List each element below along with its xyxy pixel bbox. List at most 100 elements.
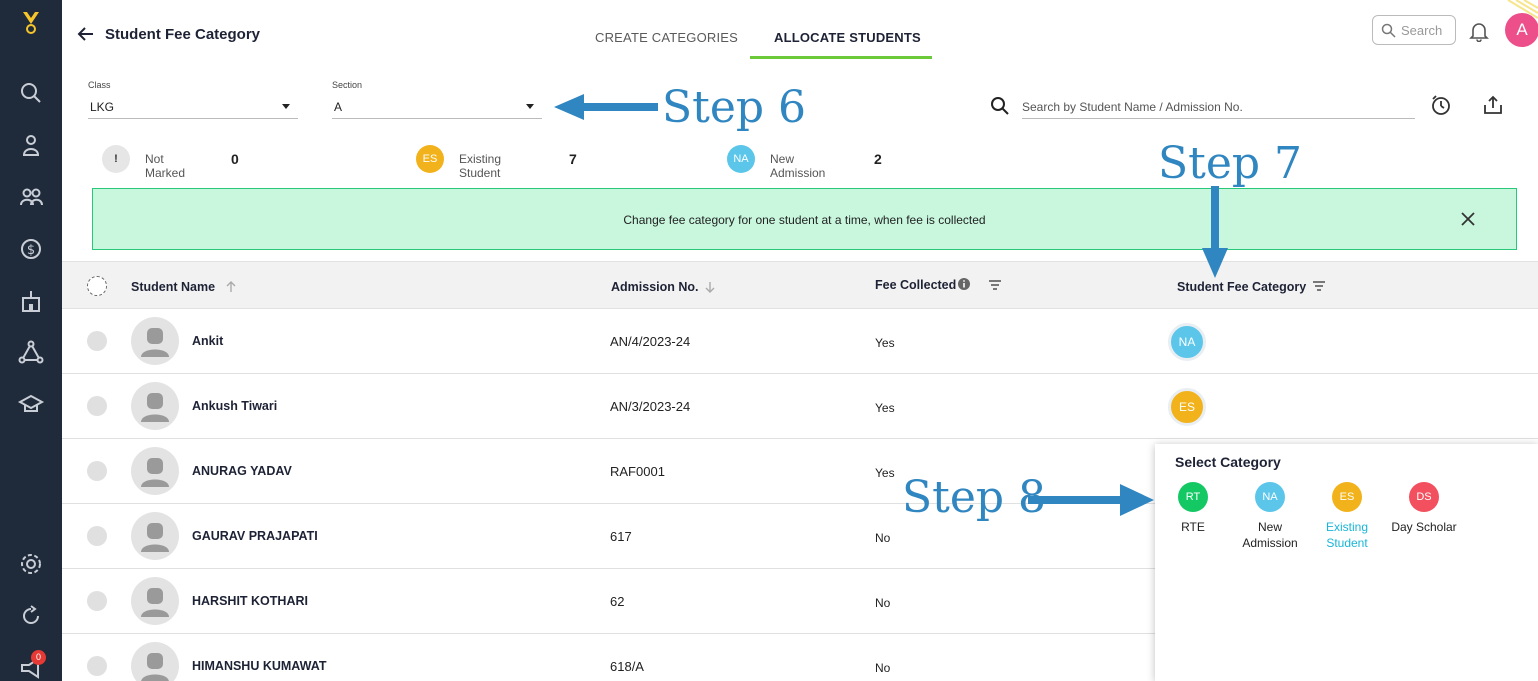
tab-allocate-students[interactable]: ALLOCATE STUDENTS <box>774 30 921 45</box>
category-option-existing-student[interactable]: ES Existing Student <box>1307 482 1387 551</box>
tab-create-categories[interactable]: CREATE CATEGORIES <box>595 30 738 45</box>
export-icon[interactable] <box>1481 93 1505 117</box>
not-marked-badge: ! <box>102 145 130 173</box>
section-label: Section <box>332 80 363 90</box>
row-select-radio[interactable] <box>87 591 107 611</box>
fee-category-badge[interactable]: ES <box>1168 388 1206 426</box>
sidebar: $ 0 <box>0 0 62 681</box>
fee-category-badge[interactable]: NA <box>1168 323 1206 361</box>
admission-number: AN/3/2023-24 <box>610 399 691 414</box>
category-option-day-scholar[interactable]: DS Day Scholar <box>1383 482 1465 535</box>
table-row[interactable]: Ankush Tiwari AN/3/2023-24 Yes ES <box>62 374 1538 439</box>
step7-arrow-icon <box>1202 186 1228 278</box>
step7-annotation: Step 7 <box>1158 138 1303 189</box>
fee-collected: Yes <box>875 401 895 415</box>
chevron-down-icon <box>526 104 534 109</box>
category-option-rte[interactable]: RT RTE <box>1153 482 1233 535</box>
network-icon[interactable] <box>17 339 45 367</box>
person-icon <box>141 328 169 357</box>
row-select-radio[interactable] <box>87 331 107 351</box>
student-icon[interactable] <box>17 131 45 159</box>
fee-collected: No <box>875 531 891 545</box>
svg-text:$: $ <box>27 243 35 258</box>
app-logo-icon[interactable] <box>17 8 45 36</box>
admission-number: RAF0001 <box>610 464 665 479</box>
building-icon[interactable] <box>17 287 45 315</box>
student-name: Ankit <box>192 334 224 348</box>
section-select[interactable]: Section A <box>332 80 542 119</box>
new-admission-badge: NA <box>727 145 755 173</box>
student-avatar <box>131 447 179 495</box>
row-select-radio[interactable] <box>87 526 107 546</box>
student-avatar <box>131 317 179 365</box>
column-admission-no[interactable]: Admission No. <box>611 280 699 294</box>
dollar-icon[interactable]: $ <box>17 235 45 263</box>
select-all-checkbox[interactable] <box>87 276 107 296</box>
close-icon[interactable] <box>1458 209 1478 229</box>
sort-down-icon[interactable] <box>703 280 717 294</box>
existing-student-option-badge: ES <box>1332 482 1362 512</box>
new-admission-label: New Admission <box>770 152 826 180</box>
student-name: Ankush Tiwari <box>192 399 278 413</box>
row-select-radio[interactable] <box>87 396 107 416</box>
admission-number: 618/A <box>610 659 644 674</box>
global-search-placeholder: Search <box>1401 23 1443 38</box>
history-icon[interactable] <box>1429 93 1453 117</box>
existing-student-count: 7 <box>569 151 577 167</box>
search-icon <box>1381 23 1396 38</box>
settings-icon[interactable] <box>17 550 45 578</box>
student-avatar <box>131 382 179 430</box>
search-icon[interactable] <box>17 79 45 107</box>
bell-icon[interactable] <box>1468 20 1490 43</box>
banner-message: Change fee category for one student at a… <box>623 213 986 227</box>
sort-up-icon[interactable] <box>224 280 238 294</box>
student-avatar <box>131 512 179 560</box>
student-name: ANURAG YADAV <box>192 464 292 478</box>
existing-student-badge: ES <box>416 145 444 173</box>
global-search-box[interactable]: Search <box>1372 15 1456 45</box>
header: Student Fee Category CREATE CATEGORIES A… <box>62 0 1538 70</box>
user-avatar[interactable]: A <box>1505 13 1538 47</box>
table-header: Student Name Admission No. Fee Collected… <box>62 261 1538 309</box>
step8-arrow-icon <box>1028 484 1154 516</box>
rte-label: RTE <box>1181 520 1205 534</box>
people-icon[interactable] <box>17 183 45 211</box>
admission-number: 62 <box>610 594 625 609</box>
new-admission-option-label: New Admission <box>1242 520 1298 550</box>
student-name: HIMANSHU KUMAWAT <box>192 659 327 673</box>
table-row[interactable]: Ankit AN/4/2023-24 Yes NA <box>62 309 1538 374</box>
info-banner: Change fee category for one student at a… <box>92 188 1517 250</box>
class-select[interactable]: Class LKG <box>88 80 298 119</box>
student-name: HARSHIT KOTHARI <box>192 594 308 608</box>
column-student-name[interactable]: Student Name <box>131 280 215 294</box>
category-option-new-admission[interactable]: NA New Admission <box>1230 482 1310 551</box>
student-search-input[interactable] <box>1022 96 1415 119</box>
graduation-icon[interactable] <box>17 391 45 419</box>
filter-icon[interactable] <box>988 278 1002 292</box>
not-marked-count: 0 <box>231 151 239 167</box>
person-icon <box>141 523 169 552</box>
filter-icon[interactable] <box>1312 279 1326 293</box>
search-icon <box>990 96 1010 116</box>
select-category-popup: Select Category RT RTE NA New Admission … <box>1155 444 1538 681</box>
not-marked-label: Not Marked <box>145 152 186 180</box>
admission-number: AN/4/2023-24 <box>610 334 691 349</box>
row-select-radio[interactable] <box>87 461 107 481</box>
active-tab-indicator <box>750 56 932 59</box>
popup-title: Select Category <box>1175 454 1281 470</box>
fee-collected: No <box>875 596 891 610</box>
column-student-fee-category[interactable]: Student Fee Category <box>1177 280 1306 294</box>
back-arrow-icon[interactable] <box>76 24 96 44</box>
step6-annotation: Step 6 <box>662 82 807 133</box>
class-value: LKG <box>90 100 115 114</box>
class-label: Class <box>88 80 111 90</box>
person-icon <box>141 458 169 487</box>
step8-annotation: Step 8 <box>902 472 1047 523</box>
student-avatar <box>131 577 179 625</box>
info-icon[interactable] <box>957 277 971 291</box>
row-select-radio[interactable] <box>87 656 107 676</box>
refresh-icon[interactable] <box>17 602 45 630</box>
person-icon <box>141 393 169 422</box>
day-scholar-badge: DS <box>1409 482 1439 512</box>
column-fee-collected[interactable]: Fee Collected <box>875 278 956 292</box>
